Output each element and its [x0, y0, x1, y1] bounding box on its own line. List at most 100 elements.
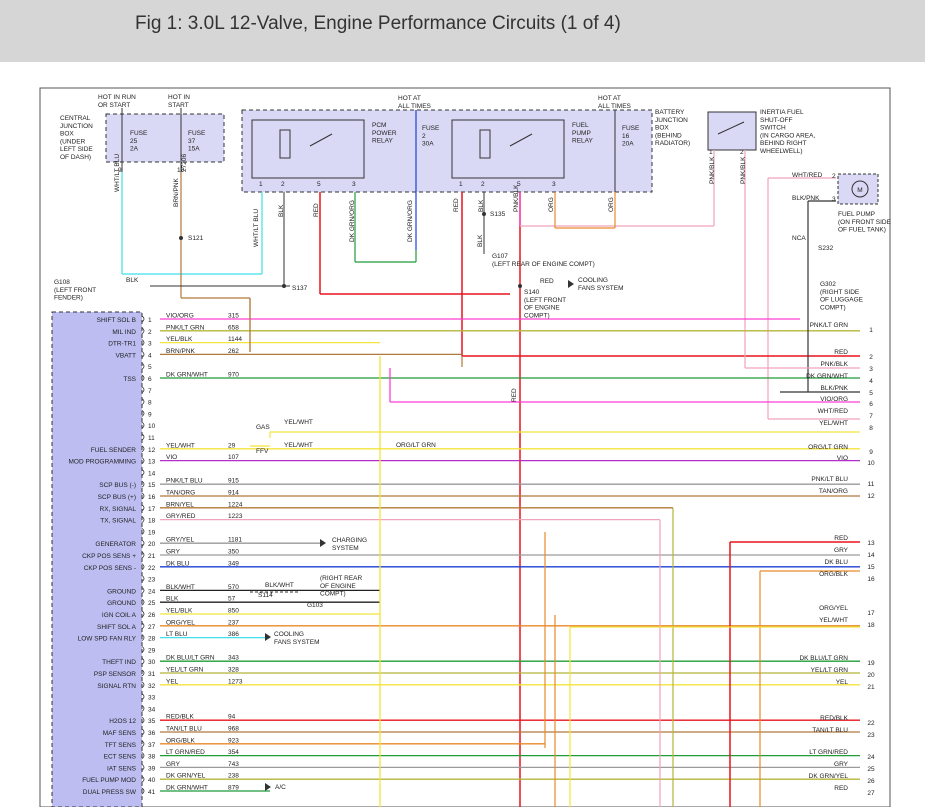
s140-label: S140	[524, 289, 540, 296]
pcm-pin-number: 23	[148, 577, 156, 584]
pcm-circuit-number: 354	[228, 749, 239, 756]
pcm-pin-number: 9	[148, 411, 152, 418]
g103-note: (RIGHT REAR	[320, 575, 362, 582]
pcm-circuit-number: 1224	[228, 501, 243, 508]
right-row-number: 7	[869, 413, 873, 420]
inertia-switch-label: SHUT-OFF	[760, 117, 793, 124]
pin-number: 2	[281, 181, 285, 188]
inertia-switch-label: INERTIA FUEL	[760, 109, 804, 116]
vertical-wire-label: BLK	[278, 204, 285, 217]
right-row-number: 2	[869, 354, 873, 361]
pcm-function-label: LOW SPD FAN RLY	[78, 636, 137, 643]
cjb-label: BOX	[60, 131, 74, 138]
vertical-wire-label: PNK/BLK	[740, 156, 747, 184]
right-row-number: 8	[869, 425, 873, 432]
pcm-wire-color-label: DK GRN/WHT	[166, 785, 208, 792]
right-wire-label: DK BLU	[825, 559, 849, 566]
pcm-function-label: SHIFT SOL A	[97, 624, 137, 631]
vertical-wire-label: ORG	[548, 197, 555, 212]
pcm-function-label: TX, SIGNAL	[100, 518, 136, 525]
s121-splice	[179, 236, 183, 240]
vertical-wire-label: BLK	[477, 234, 484, 247]
pcm-function-label: DTR-TR1	[108, 341, 136, 348]
pcm-wire-color-label: ORG/BLK	[166, 737, 196, 744]
pcm-wire-color-label: LT GRN/RED	[166, 749, 205, 756]
pcm-function-label: SCP BUS (+)	[98, 494, 136, 501]
fuel-pump-label: FUEL PUMP	[838, 211, 875, 218]
charging-system-label: SYSTEM	[332, 545, 359, 552]
pcm-circuit-number: 915	[228, 478, 239, 485]
pcm-wire-color-label: DK BLU	[166, 560, 190, 567]
right-row-number: 19	[867, 660, 875, 667]
pcm-relay-label: RELAY	[372, 138, 393, 145]
pcm-function-label: FUEL PUMP MOD	[82, 777, 136, 784]
pin-number: 3	[552, 181, 556, 188]
right-row-number: 1	[869, 327, 873, 334]
right-wire-label: DK GRN/YEL	[809, 773, 849, 780]
vertical-wire-label: PNK/BLK	[513, 184, 520, 212]
wiring-diagram: CENTRAL JUNCTION BOX (UNDER LEFT SIDE OF DASH…	[0, 62, 925, 812]
pcm-circuit-number: 743	[228, 761, 239, 768]
pcm-wire-color-label: GRY/YEL	[166, 537, 194, 544]
s140-label: (LEFT FRONT	[524, 297, 566, 304]
pcm-function-label: SHIFT SOL B	[97, 317, 136, 324]
pcm-wire-color-label: YEL	[166, 678, 179, 685]
fuel-pump-label: OF FUEL TANK)	[838, 227, 886, 234]
pcm-pin-number: 30	[148, 659, 156, 666]
s137-splice	[282, 284, 286, 288]
cjb-label: OF DASH)	[60, 154, 91, 161]
yel-wht-gas-label: YEL/WHT	[284, 419, 313, 426]
pcm-circuit-number: 850	[228, 608, 239, 615]
pcm-pin-number: 6	[148, 376, 152, 383]
fuel-relay-label: PUMP	[572, 130, 591, 137]
right-wire-label: TAN/LT BLU	[812, 727, 848, 734]
charging-system-label: CHARGING	[332, 537, 367, 544]
cjb-label: LEFT SIDE	[60, 146, 93, 153]
vertical-wire-label: DK GRN/ORG	[407, 200, 414, 242]
pcm-wire-color-label: BLK/WHT	[166, 584, 195, 591]
red-cooling-label: RED	[540, 278, 554, 285]
pcm-wire-color-label: TAN/LT BLU	[166, 726, 202, 733]
pcm-circuit-number: 343	[228, 655, 239, 662]
pcm-pin-number: 34	[148, 706, 156, 713]
pcm-pin-number: 40	[148, 777, 156, 784]
right-row-number: 3	[869, 366, 873, 373]
pcm-pin-number: 3	[148, 341, 152, 348]
right-row-number: 27	[867, 790, 875, 797]
pcm-wire-color-label: YEL/BLK	[166, 608, 193, 615]
nca-label: NCA	[792, 235, 806, 242]
ac-arrow	[265, 783, 271, 791]
battery-junction-box	[241, 109, 653, 193]
fuse-37-label: FUSE	[188, 130, 206, 137]
pcm-circuit-number: 94	[228, 714, 236, 721]
inertia-switch-box	[707, 111, 757, 151]
pin-number: 2	[481, 181, 485, 188]
pcm-wire-color-label: GRY/RED	[166, 513, 196, 520]
right-row-number: 15	[867, 564, 875, 571]
pcm-pin-number: 17	[148, 506, 156, 513]
cooling-fans-2-label: FANS SYSTEM	[274, 639, 320, 646]
g103-label: G103	[307, 602, 323, 609]
fuel-pump-label: (ON FRONT SIDE	[838, 219, 892, 226]
blk-g108-label: BLK	[126, 277, 139, 284]
bjb-label: RADIATOR)	[655, 140, 690, 147]
pcm-pin-number: 33	[148, 695, 156, 702]
yel-wht-ffv-label: YEL/WHT	[284, 442, 313, 449]
hot-all-times-2-label: HOT AT	[598, 95, 621, 102]
pcm-wire-color-label: DK GRN/YEL	[166, 773, 206, 780]
right-row-number: 14	[867, 552, 875, 559]
pcm-relay-label: PCM	[372, 122, 386, 129]
right-row-number: 5	[869, 390, 873, 397]
right-wire-label: YEL/WHT	[819, 420, 848, 427]
pcm-circuit-number: 879	[228, 785, 239, 792]
pcm-pin-number: 38	[148, 754, 156, 761]
pcm-circuit-number: 1273	[228, 678, 243, 685]
pin-number: 10	[177, 167, 185, 174]
pcm-function-label: RX, SIGNAL	[100, 506, 137, 513]
right-wire-label: RED	[834, 535, 848, 542]
pcm-pin-number: 12	[148, 447, 156, 454]
pcm-circuit-number: 315	[228, 313, 239, 320]
right-row-number: 18	[867, 622, 875, 629]
s140-label: OF ENGINE	[524, 305, 560, 312]
right-wire-label: YEL/WHT	[819, 617, 848, 624]
